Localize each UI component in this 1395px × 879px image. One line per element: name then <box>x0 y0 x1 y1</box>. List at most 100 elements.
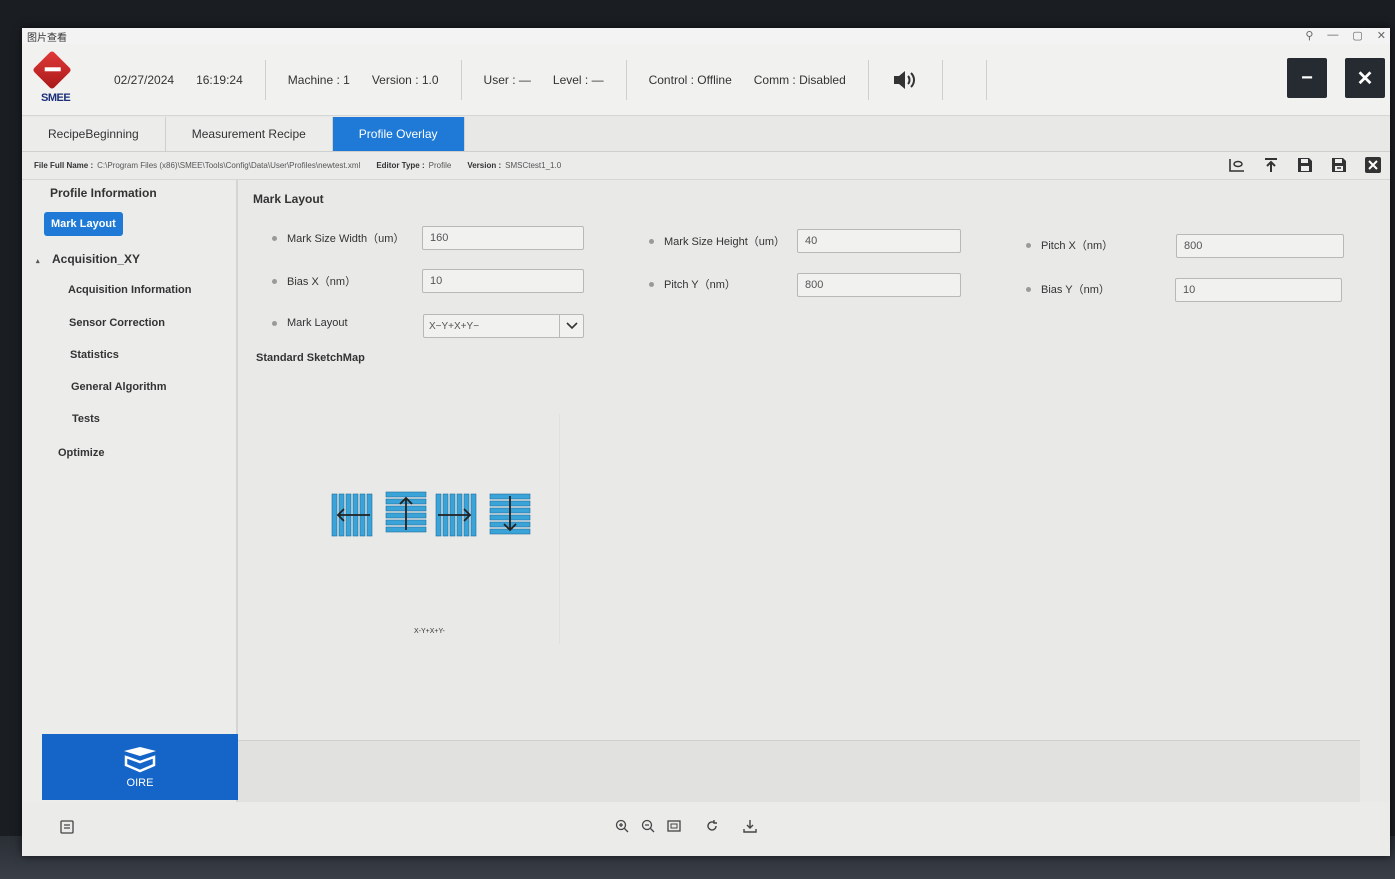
app-close-button[interactable]: ✕ <box>1345 58 1385 98</box>
editor-type-label: Editor Type : <box>376 161 425 170</box>
sidebar-item-acquisition-xy[interactable]: Acquisition_XY <box>52 252 140 266</box>
mark-size-width-label: Mark Size Width（um） <box>272 230 404 246</box>
header-comm: Comm : Disabled <box>753 72 846 87</box>
mark-y-minus <box>489 493 531 535</box>
tab-measurement-recipe[interactable]: Measurement Recipe <box>165 117 333 151</box>
mark-layout-text: Mark Layout <box>287 317 348 329</box>
preview-icon[interactable] <box>1228 156 1246 174</box>
mark-size-height-label: Mark Size Height（um） <box>649 233 785 249</box>
sidebar-item-mark-layout[interactable]: Mark Layout <box>44 212 123 236</box>
app-header: SMEE 02/27/2024 16:19:24 Machine : 1 Ver… <box>22 44 1390 116</box>
viewer-minimize-icon[interactable]: — <box>1327 29 1338 42</box>
sidebar-item-acquisition-information[interactable]: Acquisition Information <box>68 284 191 296</box>
viewer-close-icon[interactable]: ✕ <box>1377 29 1386 42</box>
mark-layout-label: Mark Layout <box>272 317 348 329</box>
pitch-x-label: Pitch X（nm） <box>1026 237 1113 253</box>
mark-x-minus <box>331 493 376 537</box>
bullet-icon <box>649 238 654 244</box>
mark-size-width-text: Mark Size Width（um） <box>287 233 405 245</box>
sidebar-collapse-icon[interactable]: ▴ <box>36 252 40 266</box>
bias-y-input[interactable] <box>1175 278 1342 302</box>
sketch-caption: X-Y+X+Y- <box>414 628 445 635</box>
file-info-bar: File Full Name : C:\Program Files (x86)\… <box>22 152 1390 180</box>
tab-recipe-beginning[interactable]: RecipeBeginning <box>22 117 166 151</box>
pitch-x-input[interactable] <box>1176 234 1344 258</box>
mark-x-plus <box>435 493 477 537</box>
version-value: SMSCtest1_1.0 <box>505 161 562 170</box>
file-name-label: File Full Name : <box>34 161 94 170</box>
sketch-marks <box>331 491 531 537</box>
section-title: Mark Layout <box>253 192 324 206</box>
pitch-y-text: Pitch Y（nm） <box>664 279 736 291</box>
logo-mark-icon <box>32 49 72 90</box>
app-minimize-button[interactable]: − <box>1287 58 1327 98</box>
sidebar-item-optimize[interactable]: Optimize <box>58 447 104 459</box>
sketch-title: Standard SketchMap <box>256 352 365 364</box>
file-name-value: C:\Program Files (x86)\SMEE\Tools\Config… <box>97 161 361 170</box>
bias-x-label: Bias X（nm） <box>272 273 356 289</box>
mark-size-height-text: Mark Size Height（um） <box>664 236 786 248</box>
sidebar-item-sensor-correction[interactable]: Sensor Correction <box>69 317 165 329</box>
oire-label: OIRE <box>126 777 154 789</box>
editor-type-value: Profile <box>428 161 452 170</box>
zoom-out-icon[interactable] <box>640 818 656 834</box>
smee-logo: SMEE <box>22 44 92 116</box>
bullet-icon <box>272 278 277 284</box>
bottom-panel <box>238 740 1360 802</box>
user-group: User : — Level : — <box>462 59 627 100</box>
bias-x-text: Bias X（nm） <box>287 276 357 288</box>
sidebar-item-general-algorithm[interactable]: General Algorithm <box>71 381 167 393</box>
bullet-icon <box>272 235 277 241</box>
control-group: Control : Offline Comm : Disabled <box>627 59 869 100</box>
pitch-x-text: Pitch X（nm） <box>1041 240 1114 252</box>
save-icon[interactable] <box>1296 156 1314 174</box>
version-label: Version : <box>467 161 502 170</box>
header-version: Version : 1.0 <box>371 72 439 87</box>
header-machine: Machine : 1 <box>287 72 350 87</box>
rotate-icon[interactable] <box>704 818 720 834</box>
viewer-statusbar <box>22 802 1390 856</box>
pitch-y-input[interactable] <box>797 273 961 297</box>
viewer-title: 图片查看 <box>27 32 67 44</box>
bullet-icon <box>1026 286 1031 292</box>
info-icon[interactable] <box>60 820 74 839</box>
sidebar-item-profile-information[interactable]: Profile Information <box>50 186 157 200</box>
bias-y-text: Bias Y（nm） <box>1041 284 1110 296</box>
viewer-controls: ⚲ — ▢ ✕ <box>1305 29 1386 42</box>
chevron-down-icon[interactable] <box>559 315 583 337</box>
zoom-in-icon[interactable] <box>614 818 630 834</box>
mark-layout-select[interactable]: X−Y+X+Y− <box>423 314 584 338</box>
save-as-icon[interactable] <box>1330 156 1348 174</box>
pitch-y-label: Pitch Y（nm） <box>649 276 736 292</box>
bullet-icon <box>272 320 277 326</box>
oire-button[interactable]: OIRE <box>42 734 238 800</box>
fit-window-icon[interactable] <box>666 818 682 834</box>
mark-size-width-input[interactable] <box>422 226 584 250</box>
header-date: 02/27/2024 <box>114 72 175 87</box>
mark-size-height-input[interactable] <box>797 229 961 253</box>
box-icon <box>124 747 156 773</box>
sidebar-item-tests[interactable]: Tests <box>72 413 100 425</box>
viewer-pin-icon[interactable]: ⚲ <box>1305 29 1313 42</box>
file-toolbar <box>1228 156 1382 174</box>
header-control: Control : Offline <box>648 72 732 87</box>
tab-profile-overlay[interactable]: Profile Overlay <box>332 117 465 151</box>
speaker-icon[interactable] <box>869 59 943 100</box>
mark-layout-value: X−Y+X+Y− <box>429 320 480 332</box>
sidebar-item-statistics[interactable]: Statistics <box>70 349 119 361</box>
viewer-maximize-icon[interactable]: ▢ <box>1352 29 1362 42</box>
zoom-toolbar <box>614 818 758 834</box>
datetime-group: 02/27/2024 16:19:24 <box>92 59 266 100</box>
upload-icon[interactable] <box>1262 156 1280 174</box>
bullet-icon <box>1026 242 1031 248</box>
bias-x-input[interactable] <box>422 269 584 293</box>
download-icon[interactable] <box>742 818 758 834</box>
image-viewer-titlebar: 图片查看 ⚲ — ▢ ✕ <box>22 28 1390 44</box>
sketch-map: X-Y+X+Y- <box>276 414 560 644</box>
header-level: Level : — <box>552 72 604 87</box>
bias-y-label: Bias Y（nm） <box>1026 281 1110 297</box>
header-separator <box>943 59 987 100</box>
bullet-icon <box>649 281 654 287</box>
close-file-icon[interactable] <box>1364 156 1382 174</box>
mark-y-plus <box>385 491 427 533</box>
